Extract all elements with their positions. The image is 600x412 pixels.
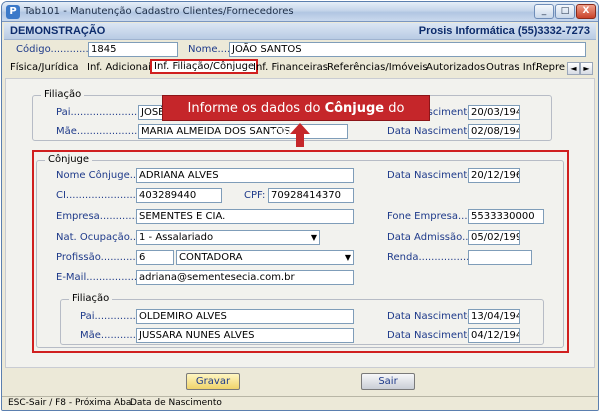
- tab-scroll-right-icon[interactable]: ►: [580, 62, 593, 75]
- ocupacao-value: 1 - Assalariado: [139, 232, 214, 243]
- conjuge-pai-nasc-label: Data Nascimento:: [387, 311, 477, 322]
- conjuge-pai-field[interactable]: OLDEMIRO ALVES: [136, 309, 354, 324]
- fone-empresa-label: Fone Empresa......:: [387, 211, 481, 222]
- ci-field[interactable]: 403289440: [136, 188, 222, 203]
- cpf-field[interactable]: 70928414370: [268, 188, 354, 203]
- nome-field[interactable]: JOÃO SANTOS: [229, 42, 586, 57]
- tab-bar: Física/Jurídica Inf. Adicionais Inf. Fil…: [4, 59, 596, 77]
- conjuge-pai-nasc-field[interactable]: 13/04/1940: [468, 309, 520, 324]
- pai-nasc-field[interactable]: 20/03/1940: [468, 105, 520, 120]
- conjuge-mae-nasc-label: Data Nascimento:: [387, 330, 477, 341]
- conjuge-filiacao-title: Filiação: [69, 293, 113, 304]
- mae-nasc-label: Data Nascimento: [387, 126, 474, 137]
- tab-representantes[interactable]: Repre: [536, 62, 565, 73]
- tab-outras-inf[interactable]: Outras Inf.: [486, 62, 538, 73]
- profissao-label: Profissão.............:: [56, 252, 146, 263]
- profissao-code-field[interactable]: 6: [136, 250, 174, 265]
- maximize-button[interactable]: □: [555, 4, 575, 19]
- email-field[interactable]: adriana@sementesecia.com.br: [136, 270, 354, 285]
- tab-inf-financeiras[interactable]: Inf. Financeiras: [253, 62, 328, 73]
- tab-referencias-imoveis[interactable]: Referências/Imóveis: [327, 62, 428, 73]
- company-label: Prosis Informática (55)3332-7273: [418, 25, 590, 37]
- chevron-down-icon[interactable]: ▼: [345, 252, 351, 264]
- admissao-label: Data Admissão....:: [387, 232, 479, 243]
- codigo-label: Código.............: [16, 44, 92, 55]
- renda-field[interactable]: [468, 250, 532, 265]
- filiacao-title: Filiação: [41, 89, 85, 100]
- mae-nasc-field[interactable]: 02/08/1940: [468, 124, 520, 139]
- ocupacao-select[interactable]: 1 - Assalariado ▼: [136, 230, 320, 245]
- close-button[interactable]: X: [576, 4, 596, 19]
- exit-button[interactable]: Sair: [361, 373, 415, 390]
- conjuge-mae-field[interactable]: JUSSARA NUNES ALVES: [136, 328, 354, 343]
- tab-scroll-left-icon[interactable]: ◄: [567, 62, 580, 75]
- tab-autorizados[interactable]: Autorizados: [426, 62, 485, 73]
- fone-empresa-field[interactable]: 5533330000: [468, 209, 544, 224]
- conjuge-nasc-label: Data Nascimento:: [387, 170, 477, 181]
- conjuge-nasc-field[interactable]: 20/12/1965: [468, 168, 520, 183]
- app-icon: P: [6, 5, 20, 19]
- minimize-button[interactable]: _: [534, 4, 554, 19]
- profissao-select[interactable]: CONTADORA ▼: [176, 250, 354, 265]
- empresa-field[interactable]: SEMENTES E CIA.: [136, 209, 354, 224]
- status-bar: ESC-Sair / F8 - Próxima Aba Data de Nasc…: [2, 396, 598, 410]
- ocupacao-label: Nat. Ocupação....:: [56, 232, 146, 243]
- empresa-label: Empresa.............:: [56, 211, 145, 222]
- brand-label: DEMONSTRAÇÃO: [10, 25, 106, 37]
- profissao-value: CONTADORA: [179, 252, 243, 263]
- tab-inf-adicionais[interactable]: Inf. Adicionais: [87, 62, 156, 73]
- cpf-label: CPF:: [244, 190, 266, 201]
- status-shortcuts: ESC-Sair / F8 - Próxima Aba: [8, 398, 132, 408]
- title-bar[interactable]: P Tab101 - Manutenção Cadastro Clientes/…: [2, 2, 598, 22]
- tab-inf-filiacao-conjuge[interactable]: Inf. Filiação/Cônjuge: [150, 59, 259, 74]
- conjuge-mae-nasc-field[interactable]: 04/12/1940: [468, 328, 520, 343]
- info-tooltip: Informe os dados do Cônjuge do Cliente.: [162, 95, 430, 142]
- email-label: E-Mail.................:: [56, 272, 144, 283]
- window-title: Tab101 - Manutenção Cadastro Clientes/Fo…: [24, 6, 294, 17]
- tooltip-text-pre: Informe os dados do: [187, 101, 325, 116]
- codigo-field[interactable]: 1845: [88, 42, 178, 57]
- nome-conjuge-label: Nome Cônjuge...:: [56, 170, 143, 181]
- admissao-field[interactable]: 05/02/1995: [468, 230, 520, 245]
- save-button[interactable]: Gravar: [186, 373, 240, 390]
- tab-fisica-juridica[interactable]: Física/Jurídica: [10, 62, 78, 73]
- chevron-down-icon[interactable]: ▼: [311, 232, 317, 244]
- conjuge-title: Cônjuge: [45, 154, 93, 165]
- arrow-stem: [296, 133, 304, 147]
- tooltip-text-bold: Cônjuge: [324, 101, 385, 116]
- status-field-hint: Data de Nascimento: [130, 398, 222, 408]
- header-bar: DEMONSTRAÇÃO Prosis Informática (55)3332…: [4, 23, 596, 40]
- main-window: P Tab101 - Manutenção Cadastro Clientes/…: [1, 1, 599, 411]
- nome-conjuge-field[interactable]: ADRIANA ALVES: [136, 168, 354, 183]
